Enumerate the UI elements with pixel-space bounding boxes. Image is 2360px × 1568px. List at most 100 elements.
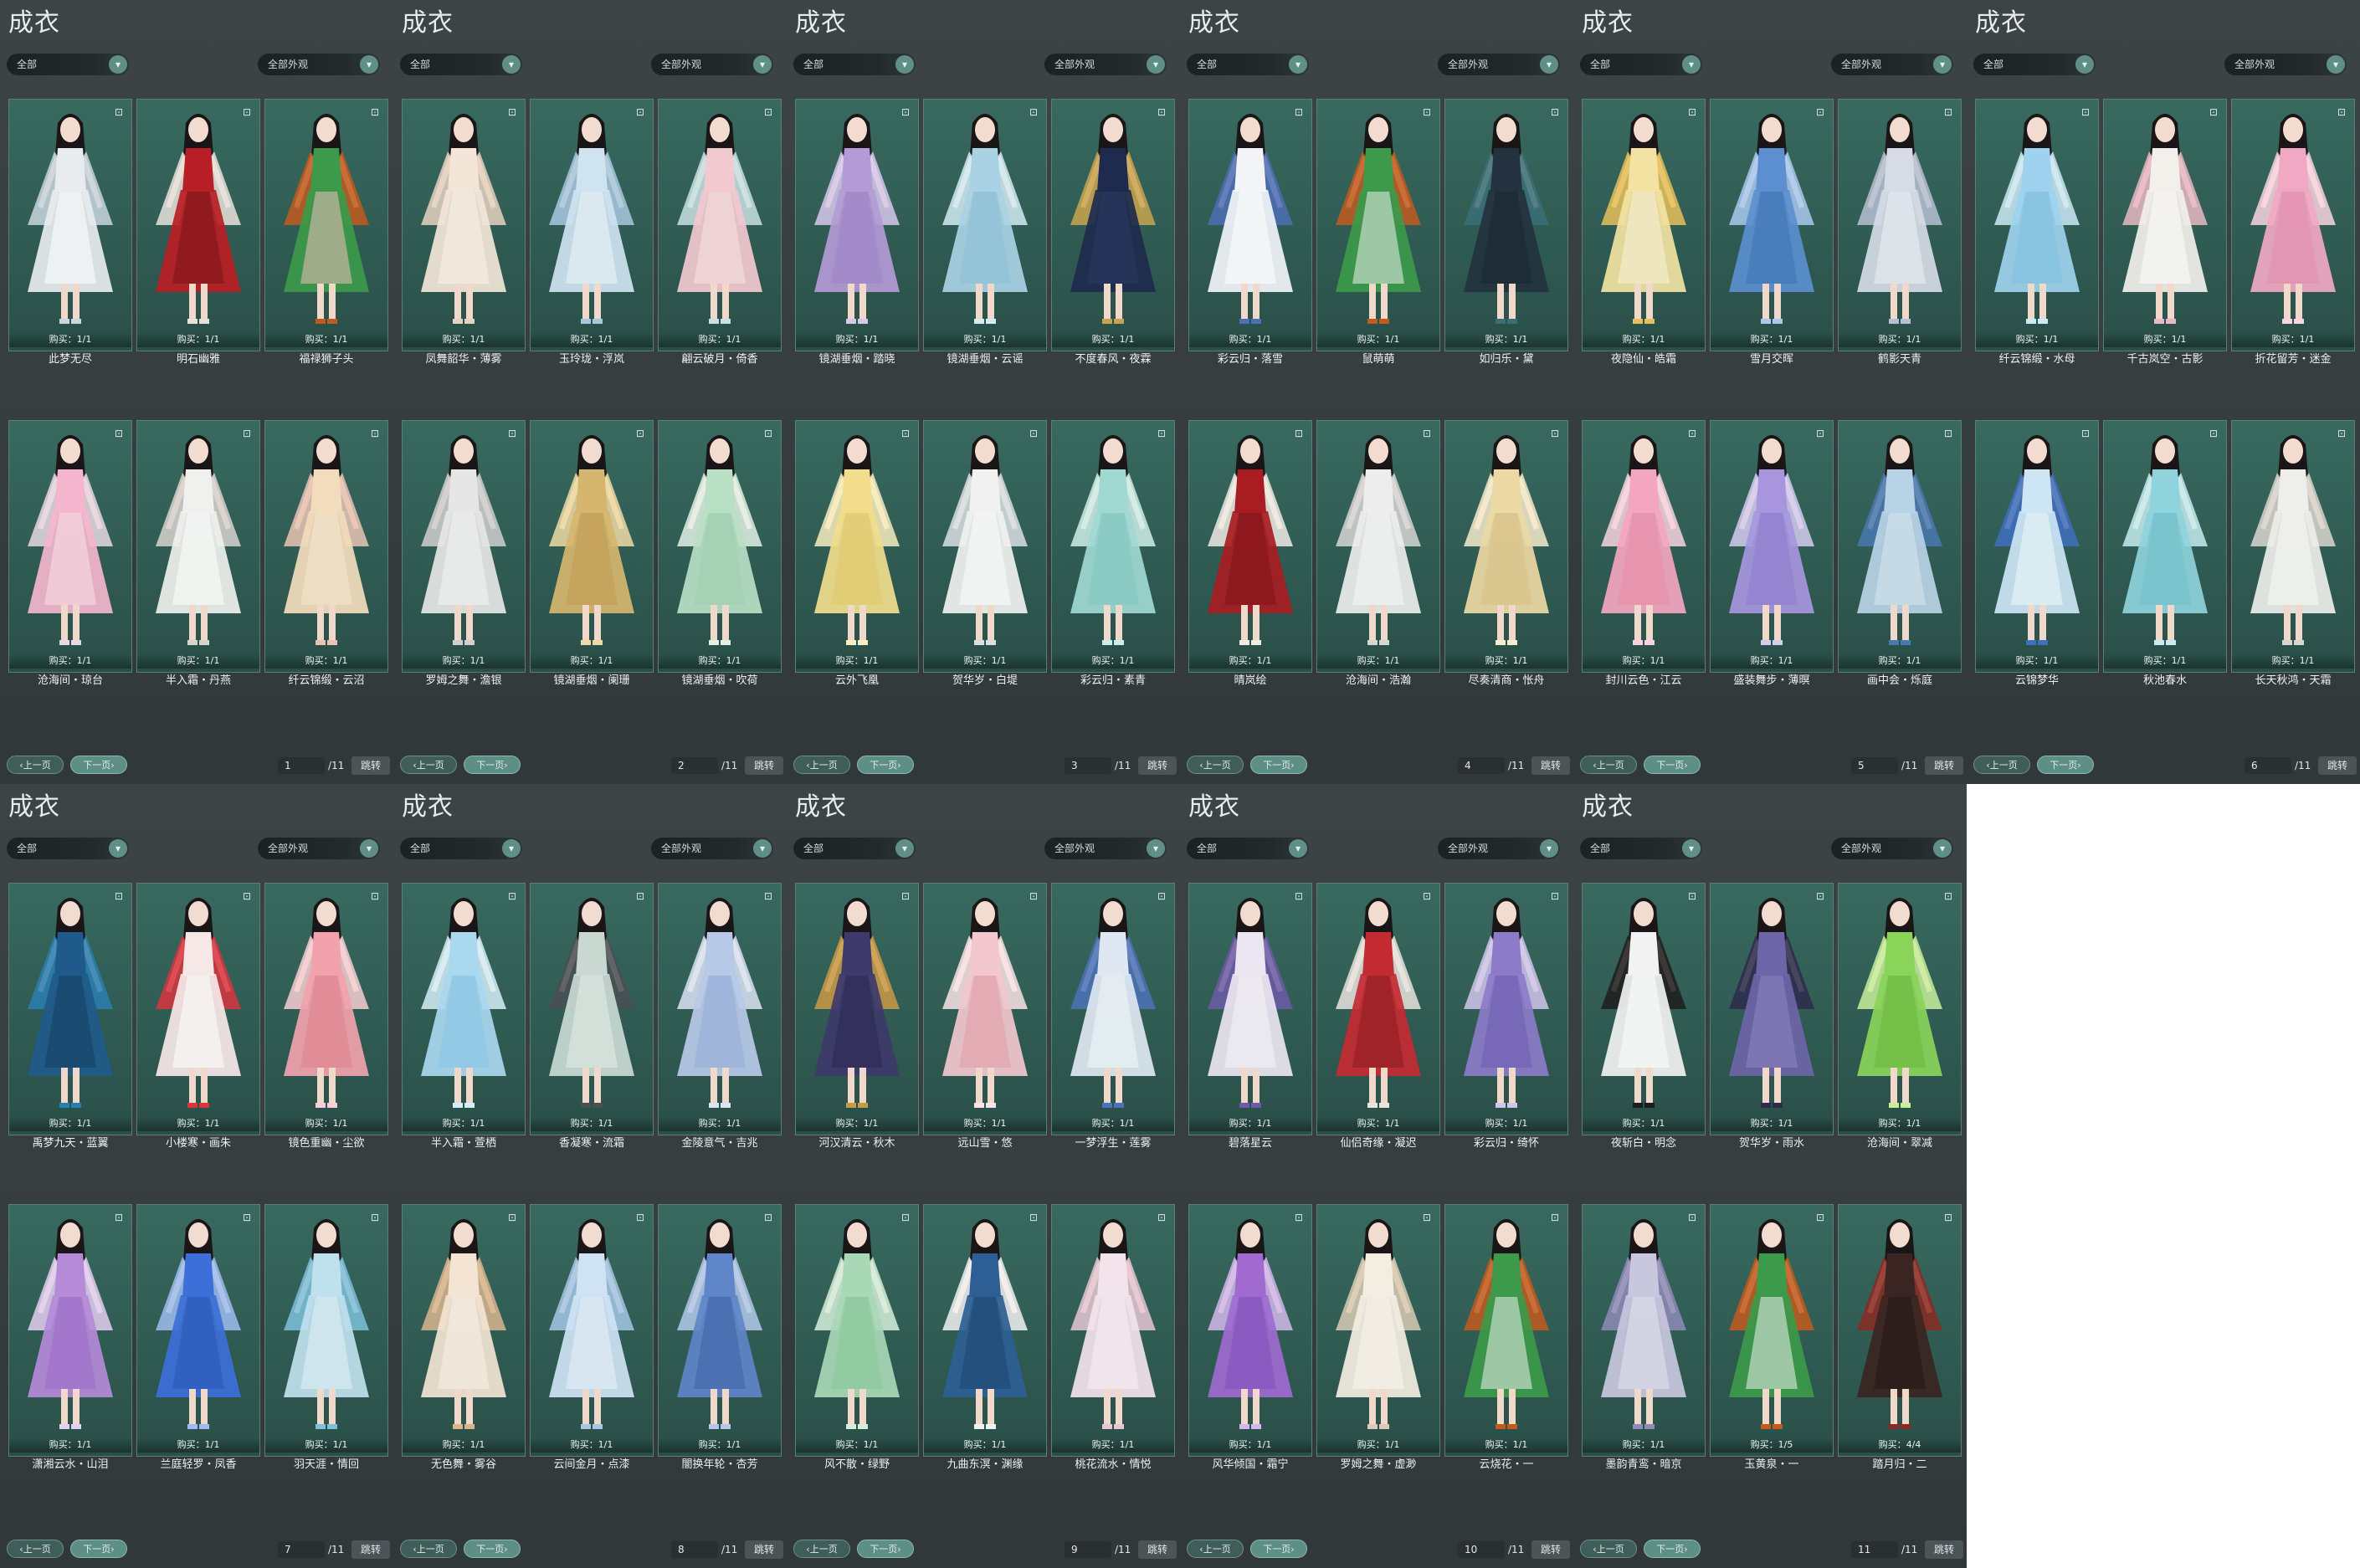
appearance-filter-dropdown[interactable]: 全部外观 ▾: [1438, 838, 1560, 859]
outfit-card[interactable]: ⊡ 购买：1/1: [264, 883, 388, 1135]
outfit-card[interactable]: ⊡ 购买：1/5: [1710, 1204, 1834, 1457]
outfit-card[interactable]: ⊡ 购买：1/1: [1838, 420, 1962, 673]
category-filter-dropdown[interactable]: 全部 ▾: [793, 54, 916, 75]
outfit-card[interactable]: ⊡ 购买：1/1: [2231, 99, 2355, 351]
outfit-card[interactable]: ⊡ 购买：1/1: [795, 883, 919, 1135]
page-number-input[interactable]: 7: [278, 1541, 325, 1558]
prev-page-button[interactable]: ‹上一页: [793, 756, 850, 774]
appearance-filter-dropdown[interactable]: 全部外观 ▾: [2224, 54, 2347, 75]
outfit-card[interactable]: ⊡ 购买：1/1: [1051, 1204, 1175, 1457]
prev-page-button[interactable]: ‹上一页: [1973, 756, 2030, 774]
outfit-card[interactable]: ⊡ 购买：1/1: [1316, 99, 1440, 351]
jump-button[interactable]: 跳转: [1531, 1540, 1570, 1559]
outfit-card[interactable]: ⊡ 购买：1/1: [1710, 883, 1834, 1135]
outfit-card[interactable]: ⊡ 购买：1/1: [658, 1204, 782, 1457]
outfit-card[interactable]: ⊡ 购买：1/1: [530, 420, 654, 673]
page-number-input[interactable]: 1: [278, 757, 325, 774]
outfit-card[interactable]: ⊡ 购买：1/1: [1444, 99, 1568, 351]
outfit-card[interactable]: ⊡ 购买：1/1: [530, 99, 654, 351]
page-number-input[interactable]: 3: [1065, 757, 1111, 774]
outfit-card[interactable]: ⊡ 购买：1/1: [1316, 883, 1440, 1135]
jump-button[interactable]: 跳转: [1138, 756, 1177, 775]
outfit-card[interactable]: ⊡ 购买：1/1: [1582, 1204, 1706, 1457]
outfit-card[interactable]: ⊡ 购买：1/1: [658, 420, 782, 673]
next-page-button[interactable]: 下一页›: [1644, 1540, 1701, 1558]
outfit-card[interactable]: ⊡ 购买：1/1: [1444, 1204, 1568, 1457]
next-page-button[interactable]: 下一页›: [70, 756, 127, 774]
category-filter-dropdown[interactable]: 全部 ▾: [793, 838, 916, 859]
page-number-input[interactable]: 4: [1458, 757, 1505, 774]
prev-page-button[interactable]: ‹上一页: [400, 756, 457, 774]
outfit-card[interactable]: ⊡ 购买：1/1: [795, 1204, 919, 1457]
prev-page-button[interactable]: ‹上一页: [7, 756, 64, 774]
outfit-card[interactable]: ⊡ 购买：1/1: [8, 420, 132, 673]
outfit-card[interactable]: ⊡ 购买：1/1: [1838, 99, 1962, 351]
outfit-card[interactable]: ⊡ 购买：1/1: [1188, 883, 1312, 1135]
outfit-card[interactable]: ⊡ 购买：1/1: [8, 99, 132, 351]
page-number-input[interactable]: 5: [1851, 757, 1898, 774]
appearance-filter-dropdown[interactable]: 全部外观 ▾: [651, 54, 773, 75]
outfit-card[interactable]: ⊡ 购买：1/1: [2103, 420, 2227, 673]
jump-button[interactable]: 跳转: [745, 756, 783, 775]
next-page-button[interactable]: 下一页›: [857, 1540, 914, 1558]
outfit-card[interactable]: ⊡ 购买：1/1: [795, 420, 919, 673]
appearance-filter-dropdown[interactable]: 全部外观 ▾: [1831, 838, 1953, 859]
outfit-card[interactable]: ⊡ 购买：1/1: [795, 99, 919, 351]
prev-page-button[interactable]: ‹上一页: [400, 1540, 457, 1558]
next-page-button[interactable]: 下一页›: [464, 756, 521, 774]
outfit-card[interactable]: ⊡ 购买：1/1: [1975, 420, 2099, 673]
outfit-card[interactable]: ⊡ 购买：1/1: [658, 99, 782, 351]
category-filter-dropdown[interactable]: 全部 ▾: [7, 54, 129, 75]
category-filter-dropdown[interactable]: 全部 ▾: [400, 838, 522, 859]
category-filter-dropdown[interactable]: 全部 ▾: [400, 54, 522, 75]
page-number-input[interactable]: 6: [2245, 757, 2291, 774]
outfit-card[interactable]: ⊡ 购买：1/1: [8, 883, 132, 1135]
outfit-card[interactable]: ⊡ 购买：1/1: [1582, 99, 1706, 351]
category-filter-dropdown[interactable]: 全部 ▾: [1187, 54, 1309, 75]
outfit-card[interactable]: ⊡ 购买：1/1: [1051, 99, 1175, 351]
outfit-card[interactable]: ⊡ 购买：1/1: [1188, 420, 1312, 673]
next-page-button[interactable]: 下一页›: [857, 756, 914, 774]
outfit-card[interactable]: ⊡ 购买：1/1: [2231, 420, 2355, 673]
prev-page-button[interactable]: ‹上一页: [1187, 1540, 1244, 1558]
outfit-card[interactable]: ⊡ 购买：1/1: [923, 420, 1047, 673]
outfit-card[interactable]: ⊡ 购买：1/1: [1444, 883, 1568, 1135]
outfit-card[interactable]: ⊡ 购买：1/1: [264, 1204, 388, 1457]
jump-button[interactable]: 跳转: [1138, 1540, 1177, 1559]
next-page-button[interactable]: 下一页›: [1250, 1540, 1307, 1558]
outfit-card[interactable]: ⊡ 购买：1/1: [136, 883, 260, 1135]
outfit-card[interactable]: ⊡ 购买：1/1: [136, 99, 260, 351]
appearance-filter-dropdown[interactable]: 全部外观 ▾: [1044, 838, 1167, 859]
category-filter-dropdown[interactable]: 全部 ▾: [1187, 838, 1309, 859]
jump-button[interactable]: 跳转: [1925, 756, 1963, 775]
appearance-filter-dropdown[interactable]: 全部外观 ▾: [258, 838, 380, 859]
page-number-input[interactable]: 9: [1065, 1541, 1111, 1558]
category-filter-dropdown[interactable]: 全部 ▾: [1973, 54, 2096, 75]
outfit-card[interactable]: ⊡ 购买：1/1: [402, 420, 526, 673]
outfit-card[interactable]: ⊡ 购买：1/1: [923, 99, 1047, 351]
jump-button[interactable]: 跳转: [1531, 756, 1570, 775]
outfit-card[interactable]: ⊡ 购买：1/1: [136, 420, 260, 673]
outfit-card[interactable]: ⊡ 购买：1/1: [1051, 883, 1175, 1135]
prev-page-button[interactable]: ‹上一页: [1580, 1540, 1637, 1558]
page-number-input[interactable]: 8: [671, 1541, 718, 1558]
outfit-card[interactable]: ⊡ 购买：1/1: [1582, 420, 1706, 673]
outfit-card[interactable]: ⊡ 购买：1/1: [264, 420, 388, 673]
jump-button[interactable]: 跳转: [351, 756, 390, 775]
outfit-card[interactable]: ⊡ 购买：1/1: [923, 883, 1047, 1135]
outfit-card[interactable]: ⊡ 购买：1/1: [136, 1204, 260, 1457]
outfit-card[interactable]: ⊡ 购买：1/1: [1188, 99, 1312, 351]
outfit-card[interactable]: ⊡ 购买：1/1: [1975, 99, 2099, 351]
outfit-card[interactable]: ⊡ 购买：1/1: [8, 1204, 132, 1457]
next-page-button[interactable]: 下一页›: [2037, 756, 2094, 774]
outfit-card[interactable]: ⊡ 购买：1/1: [2103, 99, 2227, 351]
appearance-filter-dropdown[interactable]: 全部外观 ▾: [1831, 54, 1953, 75]
outfit-card[interactable]: ⊡ 购买：1/1: [1051, 420, 1175, 673]
outfit-card[interactable]: ⊡ 购买：4/4: [1838, 1204, 1962, 1457]
category-filter-dropdown[interactable]: 全部 ▾: [1580, 54, 1702, 75]
outfit-card[interactable]: ⊡ 购买：1/1: [402, 883, 526, 1135]
prev-page-button[interactable]: ‹上一页: [1187, 756, 1244, 774]
outfit-card[interactable]: ⊡ 购买：1/1: [1188, 1204, 1312, 1457]
outfit-card[interactable]: ⊡ 购买：1/1: [264, 99, 388, 351]
category-filter-dropdown[interactable]: 全部 ▾: [1580, 838, 1702, 859]
